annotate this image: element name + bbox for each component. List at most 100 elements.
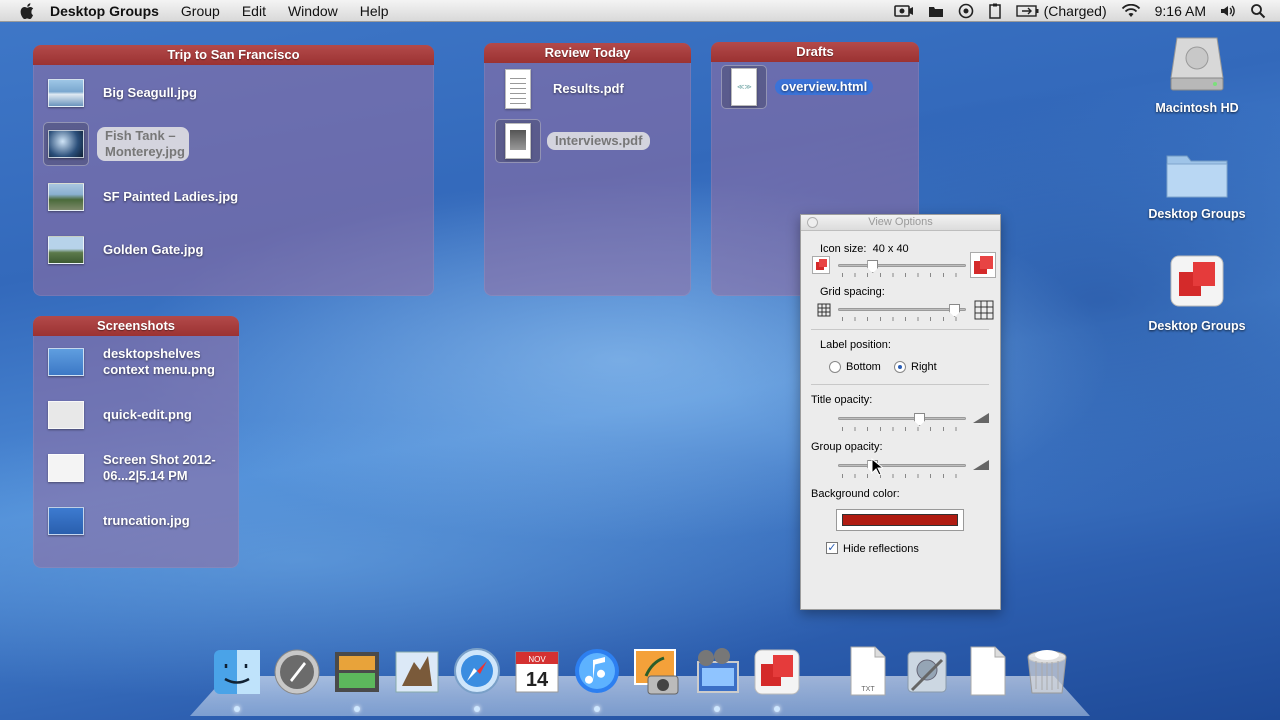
color-swatch xyxy=(842,514,958,526)
shelf-title[interactable]: Screenshots xyxy=(33,316,239,336)
file-item[interactable]: Big Seagull.jpg xyxy=(43,71,197,115)
background-color-well[interactable] xyxy=(836,509,964,531)
panel-title: View Options xyxy=(868,216,933,228)
panel-titlebar: View Options xyxy=(801,215,1000,231)
file-item-selected[interactable]: ≪≫ overview.html xyxy=(721,65,874,109)
desktop-icon-label: Desktop Groups xyxy=(1148,207,1246,221)
running-indicator xyxy=(774,706,780,712)
sync-icon[interactable] xyxy=(958,3,974,19)
running-indicator xyxy=(234,706,240,712)
app-menu[interactable]: Desktop Groups xyxy=(50,3,159,19)
file-label: Golden Gate.jpg xyxy=(103,242,204,257)
folder-menu-icon[interactable] xyxy=(928,4,944,18)
shelf-screenshots[interactable]: Screenshots desktopshelves context menu.… xyxy=(33,316,239,568)
slider-ticks xyxy=(842,474,962,478)
icon-size-caption: Icon size: xyxy=(820,243,867,255)
shelf-title[interactable]: Trip to San Francisco xyxy=(33,45,434,65)
grid-spacing-slider-track[interactable] xyxy=(838,308,966,311)
hide-reflections-label: Hide reflections xyxy=(843,543,919,555)
calendar-day: 14 xyxy=(526,669,549,691)
folder-icon xyxy=(1166,155,1228,198)
file-item[interactable]: SF Painted Ladies.jpg xyxy=(43,175,238,219)
large-icon-size-button[interactable] xyxy=(970,252,996,278)
menu-window[interactable]: Window xyxy=(288,3,338,19)
running-indicator xyxy=(714,706,720,712)
title-opacity-slider-track[interactable] xyxy=(838,417,966,420)
iphoto-icon[interactable] xyxy=(630,644,684,698)
spotlight-search-icon[interactable] xyxy=(1250,3,1266,19)
safari-icon[interactable] xyxy=(450,644,504,698)
photo-thumbnail xyxy=(48,236,84,264)
pdf-document-icon xyxy=(505,123,531,159)
file-item-selected[interactable]: Fish Tank – Monterey.jpg xyxy=(43,122,189,166)
radio-bottom[interactable] xyxy=(829,361,841,373)
menu-edit[interactable]: Edit xyxy=(242,3,266,19)
desktop-icon-macintosh-hd[interactable]: Macintosh HD xyxy=(1137,32,1257,115)
launchpad-icon[interactable] xyxy=(270,644,324,698)
radio-right[interactable] xyxy=(894,361,906,373)
file-label: truncation.jpg xyxy=(103,513,190,528)
txt-label: TXT xyxy=(861,686,875,693)
file-label: overview.html xyxy=(775,79,874,95)
file-item[interactable]: truncation.jpg xyxy=(43,499,190,543)
radio-right-label: Right xyxy=(911,361,937,373)
text-document-icon[interactable]: TXT xyxy=(840,644,894,698)
file-item[interactable]: quick-edit.png xyxy=(43,393,192,437)
close-button[interactable] xyxy=(807,217,818,228)
battery-indicator[interactable]: (Charged) xyxy=(1015,3,1107,19)
file-item[interactable]: Screen Shot 2012-06...2|5.14 PM xyxy=(43,446,235,490)
file-label: Fish Tank – Monterey.jpg xyxy=(97,127,189,161)
battery-icon xyxy=(1015,5,1039,17)
volume-icon[interactable] xyxy=(1220,4,1236,18)
wide-grid-icon xyxy=(974,300,994,320)
imovie-icon[interactable] xyxy=(690,644,744,698)
html-document-icon: ≪≫ xyxy=(731,68,757,106)
group-opacity-slider-track[interactable] xyxy=(838,464,966,467)
file-label: Big Seagull.jpg xyxy=(103,85,197,100)
menu-group[interactable]: Group xyxy=(181,3,220,19)
small-icon-size-button[interactable] xyxy=(812,256,830,274)
running-indicator xyxy=(594,706,600,712)
shelf-review-today[interactable]: Review Today Results.pdf Interviews.pdf xyxy=(484,43,691,296)
hide-reflections-checkbox[interactable]: ✓ xyxy=(826,542,838,554)
icon-size-slider-track[interactable] xyxy=(838,264,966,267)
trash-icon[interactable] xyxy=(1020,644,1074,698)
file-item[interactable]: desktopshelves context menu.png xyxy=(43,340,233,384)
desktop-icon-desktop-groups-folder[interactable]: Desktop Groups xyxy=(1137,146,1257,221)
itunes-icon[interactable] xyxy=(570,644,624,698)
clock[interactable]: 9:16 AM xyxy=(1155,3,1206,19)
preview-icon[interactable] xyxy=(330,644,384,698)
screenshot-thumbnail xyxy=(48,507,84,535)
file-label: quick-edit.png xyxy=(103,407,192,422)
desktop-icon-desktop-groups-app[interactable]: Desktop Groups xyxy=(1137,250,1257,333)
file-item[interactable]: Results.pdf xyxy=(495,67,624,111)
mail-icon[interactable] xyxy=(390,644,444,698)
opacity-max-icon xyxy=(973,413,989,423)
system-preferences-icon[interactable] xyxy=(900,644,954,698)
slider-ticks xyxy=(842,427,962,431)
shelf-title[interactable]: Review Today xyxy=(484,43,691,63)
wifi-icon[interactable] xyxy=(1121,4,1141,18)
shelf-title[interactable]: Drafts xyxy=(711,42,919,62)
file-label: SF Painted Ladies.jpg xyxy=(103,189,239,204)
screenshot-thumbnail xyxy=(48,401,84,429)
calendar-icon[interactable]: NOV 14 xyxy=(510,644,564,698)
photo-thumbnail xyxy=(48,130,84,158)
file-item-selected[interactable]: Interviews.pdf xyxy=(495,119,651,163)
photo-thumbnail xyxy=(48,79,84,107)
blank-document-icon[interactable] xyxy=(960,644,1014,698)
file-item[interactable]: Golden Gate.jpg xyxy=(43,228,203,272)
menu-help[interactable]: Help xyxy=(360,3,389,19)
file-label: Results.pdf xyxy=(553,81,624,96)
icon-size-value: 40 x 40 xyxy=(872,243,909,255)
finder-icon[interactable] xyxy=(210,644,264,698)
photo-thumbnail xyxy=(48,183,84,211)
file-label: Screen Shot 2012-06...2|5.14 PM xyxy=(103,452,216,483)
desktop-groups-dock-icon[interactable] xyxy=(750,644,804,698)
desktop-icon-label: Macintosh HD xyxy=(1155,101,1239,115)
clipboard-icon[interactable] xyxy=(988,3,1002,19)
screen-recording-icon[interactable] xyxy=(893,4,914,18)
shelf-trip-to-san-francisco[interactable]: Trip to San Francisco Big Seagull.jpg Fi… xyxy=(33,45,434,296)
screenshot-thumbnail xyxy=(48,348,84,376)
apple-menu-icon[interactable] xyxy=(18,2,36,20)
